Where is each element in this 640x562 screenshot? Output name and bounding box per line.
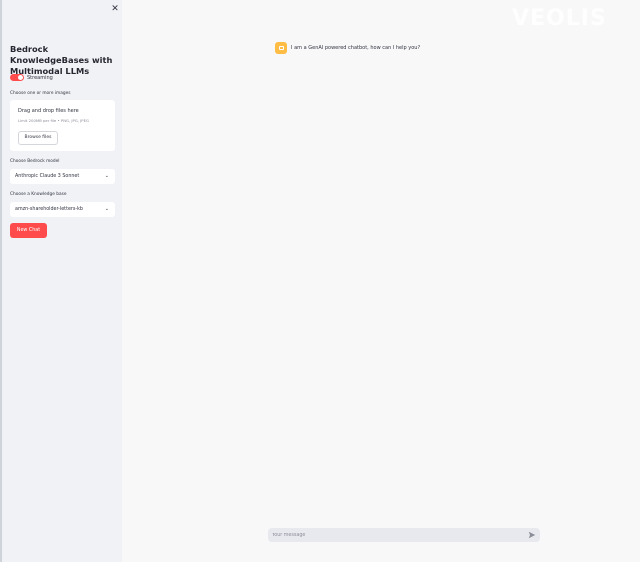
kb-label: Choose a Knowledge base [10, 192, 67, 197]
app-title: Bedrock KnowledgeBases with Multimodal L… [10, 44, 113, 76]
images-label: Choose one or more images [10, 91, 71, 96]
streaming-toggle-row[interactable]: Streaming [10, 74, 53, 81]
new-chat-button[interactable]: New Chat [10, 223, 47, 238]
assistant-message-text: I am a GenAI powered chatbot, how can I … [291, 45, 421, 51]
dropzone-subtitle: Limit 200MB per file • PNG, JPG, JPEG [18, 118, 89, 123]
model-select-value: Anthropic Claude 3 Sonnet [15, 174, 80, 179]
assistant-message: I am a GenAI powered chatbot, how can I … [275, 42, 420, 54]
streaming-toggle[interactable] [10, 74, 24, 81]
bot-avatar-icon [275, 42, 287, 54]
chat-input[interactable] [268, 528, 540, 542]
kb-select[interactable]: amzn-shareholder-letters-kb ⌄ [10, 202, 115, 217]
watermark-logo: VEOLIS [512, 6, 607, 31]
model-select[interactable]: Anthropic Claude 3 Sonnet ⌄ [10, 169, 115, 184]
model-label: Choose Bedrock model [10, 159, 60, 164]
streaming-label: Streaming [27, 74, 53, 81]
chevron-down-icon: ⌄ [104, 173, 109, 179]
file-dropzone[interactable]: Drag and drop files here Limit 200MB per… [10, 100, 115, 151]
send-icon[interactable] [528, 531, 536, 539]
dropzone-title: Drag and drop files here [18, 108, 79, 114]
browse-files-button[interactable]: Browse files [18, 131, 58, 145]
chevron-down-icon: ⌄ [104, 206, 109, 212]
close-icon[interactable]: ✕ [110, 4, 120, 14]
sidebar: ✕ Bedrock KnowledgeBases with Multimodal… [0, 0, 122, 562]
kb-select-value: amzn-shareholder-letters-kb [15, 207, 83, 212]
